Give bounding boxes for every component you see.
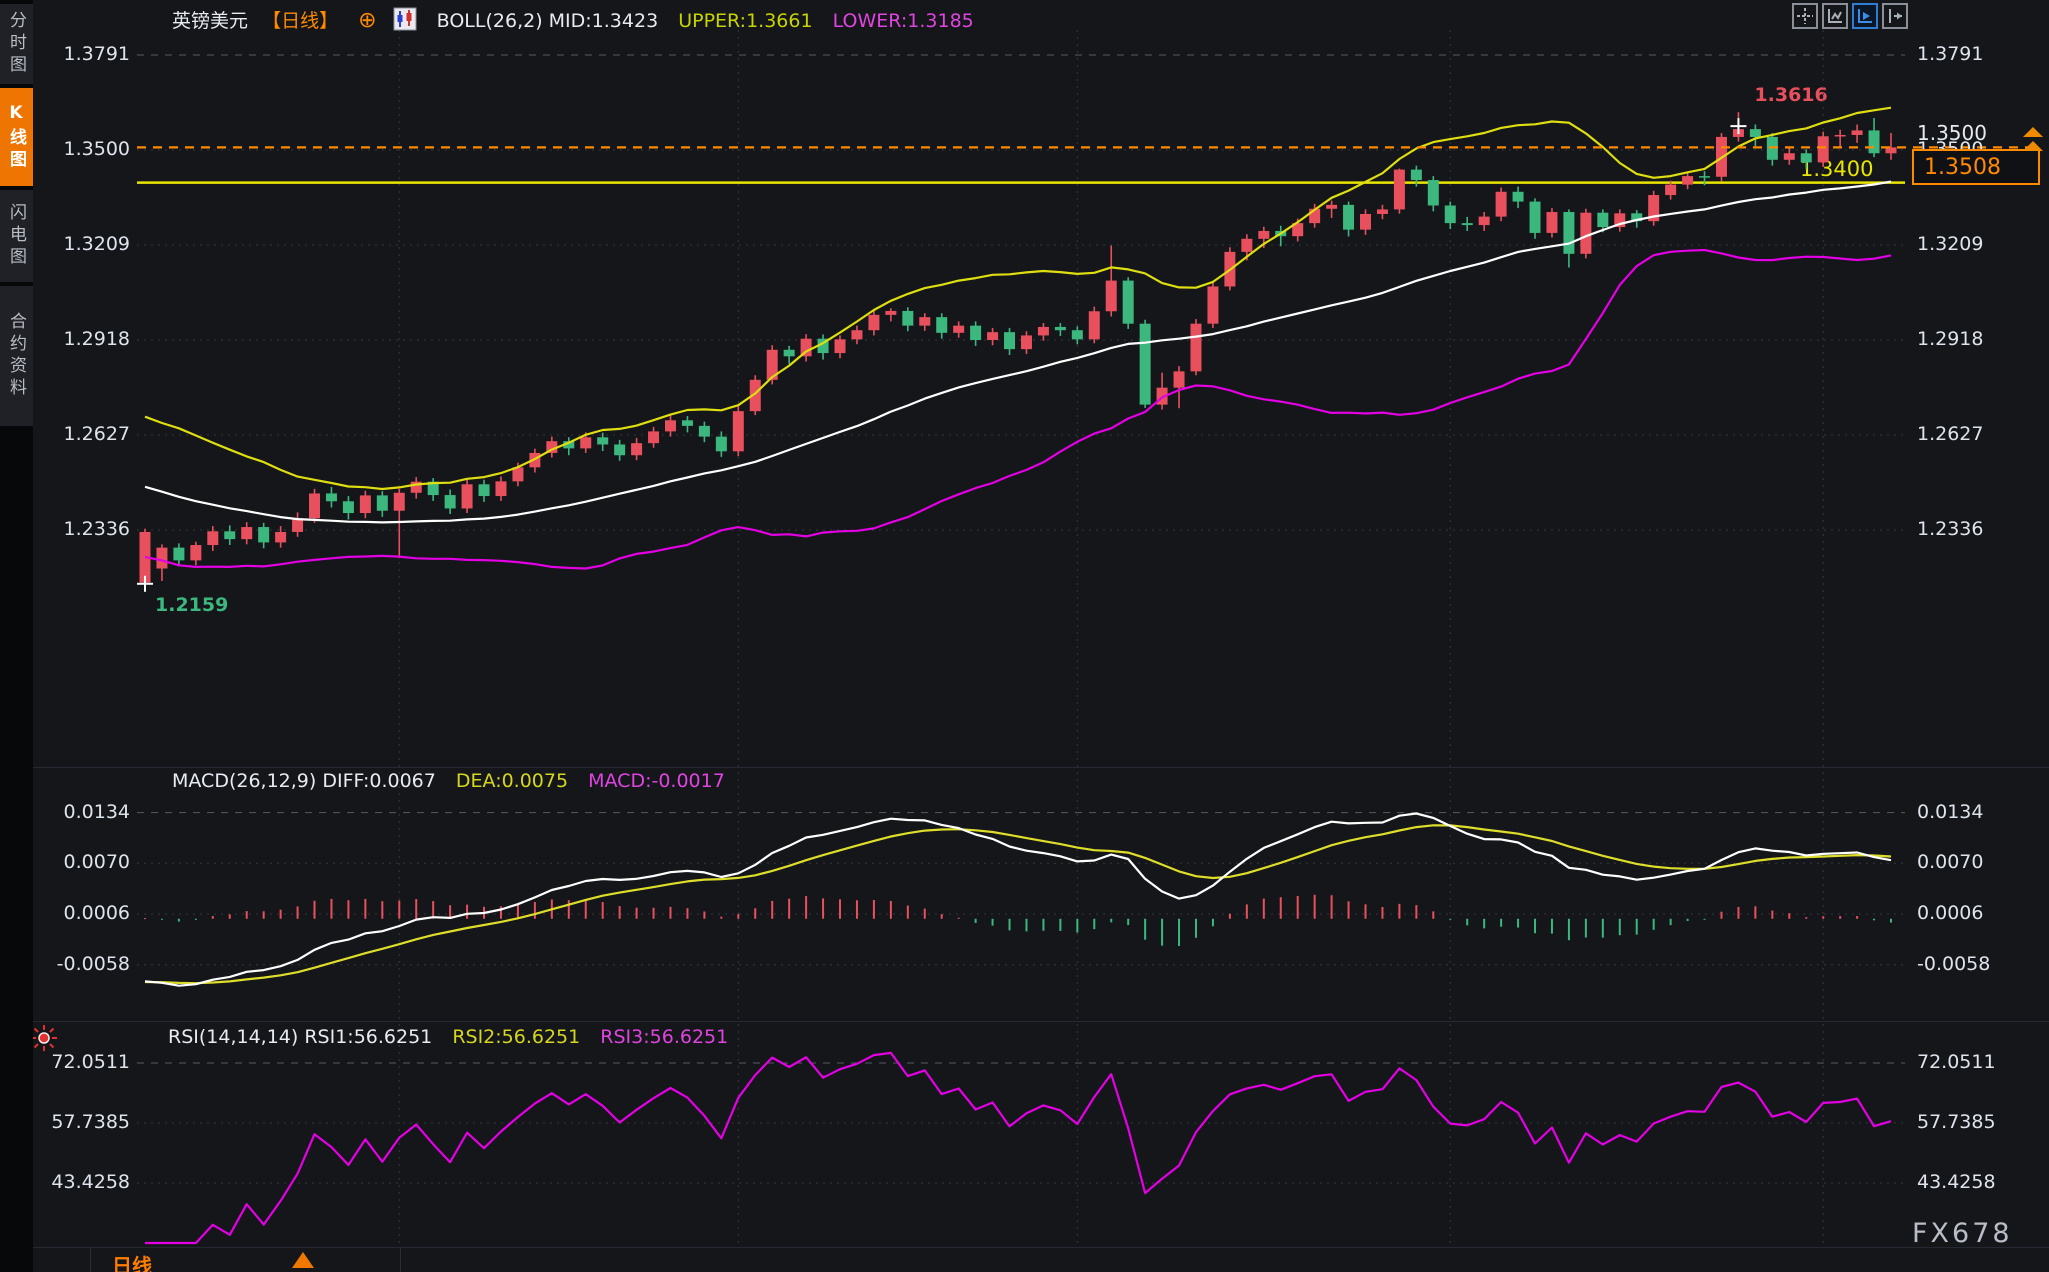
- sidebar-item-timeline-chart[interactable]: 分时图: [0, 4, 33, 84]
- trading-app-window: 2025/022025/032025/042025/052025/061.379…: [0, 0, 2049, 1272]
- rsi1-readout: RSI(14,14,14) RSI1:56.6251: [168, 1026, 432, 1048]
- symbol-title: 英镑美元: [172, 10, 248, 32]
- macd-dea-readout: DEA:0.0075: [456, 770, 568, 792]
- auto-scale-button[interactable]: [1822, 3, 1848, 29]
- macd-header: MACD(26,12,9) DIFF:0.0067 DEA:0.0075 MAC…: [172, 770, 739, 792]
- period-badge: 【日线】: [262, 10, 338, 32]
- boll-readout: BOLL(26,2) MID:1.3423: [437, 10, 659, 32]
- period-caret-icon[interactable]: [292, 1252, 314, 1268]
- current-price-value: 1.3508: [1924, 155, 2001, 180]
- add-indicator-icon[interactable]: ⊕: [358, 8, 376, 33]
- live-indicator-icon: [30, 1024, 58, 1056]
- rsi-header: RSI(14,14,14) RSI1:56.6251 RSI2:56.6251 …: [168, 1026, 742, 1048]
- sidebar-item-contract-info[interactable]: 合约资料: [0, 286, 33, 426]
- watermark: FX678: [1912, 1218, 2013, 1249]
- chart-header: 英镑美元 【日线】 ⊕ BOLL(26,2) MID:1.3423 UPPER:…: [172, 6, 988, 36]
- chart-canvas: [0, 0, 2049, 1272]
- bottom-bar: [33, 1247, 2049, 1272]
- candlestick-mini-icon[interactable]: [393, 7, 417, 36]
- chart-toolbar: [1792, 3, 1908, 29]
- sidebar-item-kline-chart[interactable]: K线图: [0, 88, 33, 186]
- sidebar-item-label: 闪电图: [4, 203, 29, 269]
- crosshair-tool-button[interactable]: [1792, 3, 1818, 29]
- sidebar: 分时图 K线图 闪电图 合约资料: [0, 0, 33, 1272]
- jump-to-latest-icon[interactable]: [2020, 125, 2046, 155]
- play-scale-button[interactable]: [1852, 3, 1878, 29]
- rsi3-readout: RSI3:56.6251: [600, 1026, 728, 1048]
- boll-upper-readout: UPPER:1.3661: [678, 10, 812, 32]
- boll-lower-readout: LOWER:1.3185: [833, 10, 974, 32]
- sidebar-item-label: K线图: [4, 103, 29, 172]
- snap-latest-button[interactable]: [1882, 3, 1908, 29]
- sidebar-item-label: 分时图: [4, 11, 29, 77]
- macd-macd-readout: MACD:-0.0017: [588, 770, 725, 792]
- sidebar-item-label: 合约资料: [4, 312, 29, 400]
- rsi2-readout: RSI2:56.6251: [452, 1026, 580, 1048]
- sidebar-item-lightning-chart[interactable]: 闪电图: [0, 190, 33, 282]
- period-selector[interactable]: 日线: [112, 1250, 152, 1272]
- macd-readout: MACD(26,12,9) DIFF:0.0067: [172, 770, 436, 792]
